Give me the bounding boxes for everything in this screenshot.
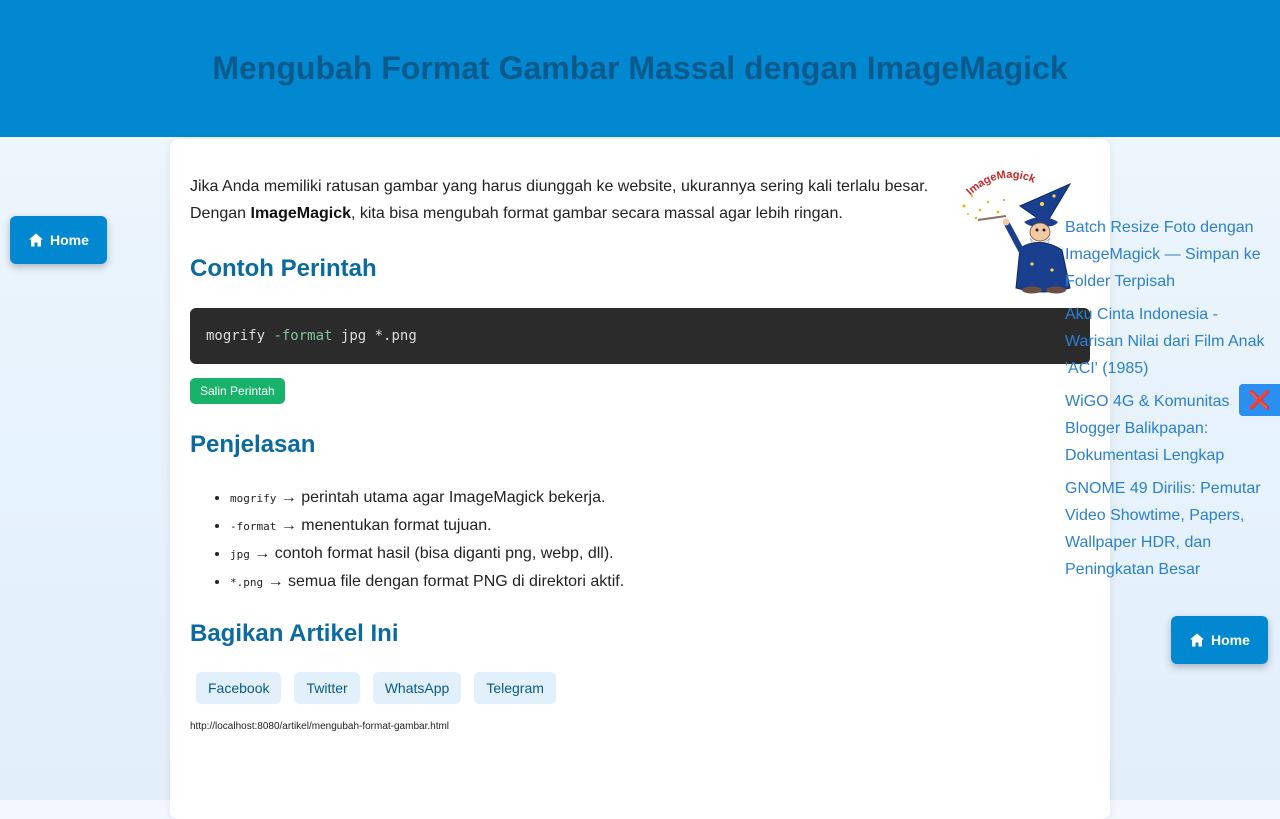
list-item-text: → semua file dengan format PNG di direkt… [267, 573, 625, 590]
explain-list: mogrify → perintah utama agar ImageMagic… [190, 484, 930, 596]
list-item: jpg → contoh format hasil (bisa diganti … [230, 540, 930, 568]
list-item: *.png → semua file dengan format PNG di … [230, 568, 930, 596]
home-icon [1190, 633, 1204, 647]
share-buttons: Facebook Twitter WhatsApp Telegram [196, 672, 569, 704]
home-button-left[interactable]: Home [10, 216, 107, 264]
share-twitter-button[interactable]: Twitter [294, 672, 360, 704]
list-item: mogrify → perintah utama agar ImageMagic… [230, 484, 930, 512]
home-button-label: Home [1211, 632, 1250, 648]
page-title: Mengubah Format Gambar Massal dengan Ima… [212, 50, 1068, 86]
section-heading-explain: Penjelasan [190, 431, 316, 458]
list-item: -format → menentukan format tujuan. [230, 512, 930, 540]
inline-code: *.png [230, 576, 264, 589]
intro-bold-imagemagick: ImageMagick [250, 205, 351, 222]
code-cmd: mogrify [206, 328, 266, 344]
close-sidebar-button[interactable]: ❌ [1239, 384, 1280, 416]
copy-command-button[interactable]: Salin Perintah [190, 378, 285, 404]
list-item-text: → contoh format hasil (bisa diganti png,… [254, 545, 614, 562]
home-icon [29, 233, 43, 247]
page-header: Mengubah Format Gambar Massal dengan Ima… [0, 0, 1280, 137]
imagemagick-mascot-icon: ImageMagick [962, 169, 1072, 294]
close-icon: ❌ [1248, 390, 1271, 410]
inline-code: -format [230, 520, 277, 533]
share-whatsapp-button[interactable]: WhatsApp [372, 672, 462, 704]
list-item-text: → perintah utama agar ImageMagick bekerj… [280, 489, 606, 506]
intro-paragraph: Jika Anda memiliki ratusan gambar yang h… [190, 173, 940, 227]
section-heading-command: Contoh Perintah [190, 255, 377, 282]
code-block[interactable]: mogrify -format jpg *.png [190, 308, 1090, 364]
code-flag: -format [273, 328, 333, 344]
home-button-right[interactable]: Home [1171, 616, 1268, 664]
inline-code: jpg [230, 548, 250, 561]
share-telegram-button[interactable]: Telegram [474, 672, 556, 704]
inline-code: mogrify [230, 492, 277, 505]
intro-text-end: , kita bisa mengubah format gambar secar… [350, 205, 843, 222]
share-facebook-button[interactable]: Facebook [196, 672, 282, 704]
section-heading-share: Bagikan Artikel Ini [190, 620, 399, 647]
related-link[interactable]: Aku Cinta Indonesia - Warisan Nilai dari… [1065, 301, 1275, 382]
home-button-label: Home [50, 232, 89, 248]
related-link[interactable]: GNOME 49 Dirilis: Pemutar Video Showtime… [1065, 475, 1275, 583]
code-args: jpg *.png [340, 328, 417, 344]
svg-text:ImageMagick: ImageMagick [964, 169, 1038, 198]
related-link[interactable]: Batch Resize Foto dengan ImageMagick — S… [1065, 214, 1275, 295]
page-url: http://localhost:8080/artikel/mengubah-f… [190, 721, 450, 732]
list-item-text: → menentukan format tujuan. [280, 517, 492, 534]
